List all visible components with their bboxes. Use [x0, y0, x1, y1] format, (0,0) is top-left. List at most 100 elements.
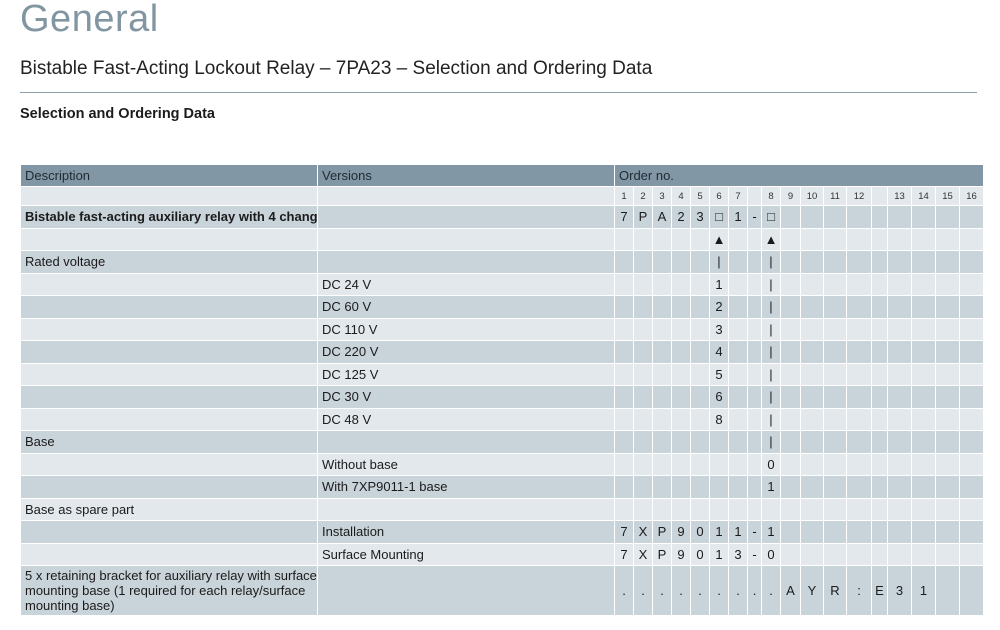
order-code-cell: A [780, 565, 801, 616]
order-code-cell [823, 475, 847, 499]
order-code-cell: - [747, 205, 762, 229]
order-code-cell: 0 [690, 520, 710, 544]
order-code-cell [690, 272, 710, 296]
order-code-cell [747, 362, 762, 386]
position-number: 10 [800, 186, 824, 206]
order-code-cell [633, 385, 653, 409]
order-code-cell: 1 [761, 520, 781, 544]
order-code-cell [671, 250, 691, 274]
order-code-cell [958, 295, 985, 319]
position-number: 6 [709, 186, 729, 206]
order-code-cell [747, 317, 762, 341]
order-code-cell [747, 452, 762, 476]
order-code-cell [747, 250, 762, 274]
order-code-cell: 1 [709, 272, 729, 296]
order-code-cell [614, 385, 634, 409]
order-code-cell [690, 475, 710, 499]
order-code-cell [690, 295, 710, 319]
order-code-cell [671, 295, 691, 319]
order-code-cell [780, 430, 801, 454]
order-code-cell [671, 385, 691, 409]
order-code-cell [958, 520, 985, 544]
position-number: 8 [761, 186, 781, 206]
header-order-no: Order no. [613, 164, 985, 187]
order-code-cell [690, 340, 710, 364]
order-code-cell [747, 475, 762, 499]
order-code-cell [823, 227, 847, 251]
description-cell [20, 295, 318, 319]
order-code-cell [846, 407, 872, 431]
order-code-cell [958, 250, 985, 274]
order-code-cell [614, 340, 634, 364]
order-code-cell [747, 407, 762, 431]
order-code-cell [652, 250, 672, 274]
vertical-connector: | [761, 250, 781, 274]
order-code-cell [614, 250, 634, 274]
order-code-cell [871, 227, 888, 251]
order-code-cell [633, 407, 653, 431]
order-code-cell [823, 542, 847, 566]
order-code-cell [911, 542, 936, 566]
order-code-cell [958, 565, 985, 616]
order-code-cell: - [747, 520, 762, 544]
order-code-cell [690, 430, 710, 454]
order-code-cell [958, 205, 985, 229]
order-code-cell [800, 407, 824, 431]
order-code-cell [887, 250, 912, 274]
order-code-cell [800, 430, 824, 454]
order-code-cell [728, 295, 748, 319]
description-cell: Base as spare part [20, 497, 318, 521]
order-code-cell [958, 497, 985, 521]
order-code-cell [911, 497, 936, 521]
order-code-cell [846, 475, 872, 499]
order-code-cell [614, 362, 634, 386]
version-cell: DC 125 V [317, 362, 615, 386]
order-code-cell [690, 362, 710, 386]
order-code-cell [911, 362, 936, 386]
version-cell: Surface Mounting [317, 542, 615, 566]
version-cell: DC 30 V [317, 385, 615, 409]
order-code-cell [935, 475, 960, 499]
order-code-cell [887, 295, 912, 319]
table-row: DC 110 V 3 | [20, 317, 985, 341]
order-code-cell: 3 [887, 565, 912, 616]
order-code-cell [911, 452, 936, 476]
order-code-cell [671, 430, 691, 454]
table-row: DC 60 V 2 | [20, 295, 985, 319]
order-code-cell [652, 362, 672, 386]
order-code-cell [823, 295, 847, 319]
order-code-cell [747, 272, 762, 296]
order-code-cell [780, 317, 801, 341]
description-cell: Bistable fast-acting auxiliary relay wit… [20, 205, 318, 229]
order-code-cell [633, 497, 653, 521]
position-number: 9 [780, 186, 801, 206]
order-code-cell [780, 227, 801, 251]
position-number: 14 [911, 186, 936, 206]
table-row: DC 220 V 4 | [20, 340, 985, 364]
position-number [871, 186, 888, 206]
vertical-connector: | [761, 295, 781, 319]
description-cell [20, 452, 318, 476]
order-code-cell: 1 [761, 475, 781, 499]
order-code-cell [935, 520, 960, 544]
order-code-cell [871, 497, 888, 521]
order-code-cell [871, 205, 888, 229]
order-code-cell [958, 272, 985, 296]
ordering-table: Description Versions Order no. 123456789… [20, 164, 985, 616]
description-cell [20, 317, 318, 341]
order-code-cell [728, 340, 748, 364]
order-code-cell [633, 452, 653, 476]
order-code-cell: 3 [709, 317, 729, 341]
order-code-cell [709, 497, 729, 521]
order-code-cell: X [633, 542, 653, 566]
order-code-cell: 1 [728, 520, 748, 544]
order-code-cell [800, 205, 824, 229]
order-code-cell [690, 385, 710, 409]
order-code-cell [823, 452, 847, 476]
order-code-cell: 8 [709, 407, 729, 431]
order-code-cell [887, 497, 912, 521]
order-code-cell [935, 295, 960, 319]
order-code-cell [958, 430, 985, 454]
table-row: DC 125 V 5 | [20, 362, 985, 386]
order-code-cell [614, 452, 634, 476]
